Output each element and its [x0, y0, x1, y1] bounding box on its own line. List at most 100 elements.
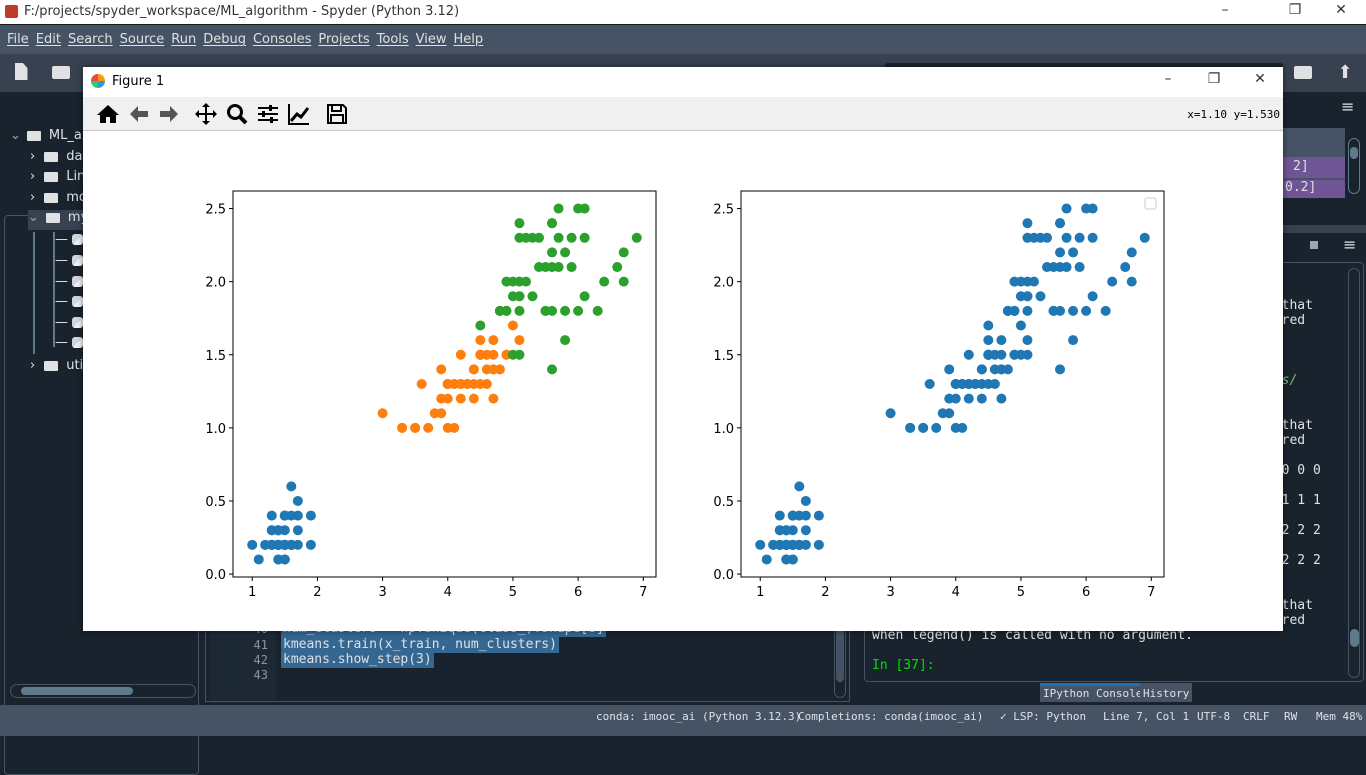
data-point [553, 203, 564, 214]
data-point [983, 349, 994, 360]
data-point [631, 232, 642, 243]
menu-edit[interactable]: Edit [36, 32, 61, 47]
code-line[interactable]: kmeans.show_step(3) [281, 652, 434, 668]
data-point [449, 422, 460, 433]
data-point [774, 510, 785, 521]
console-scrollbar[interactable] [1348, 268, 1360, 678]
figure-canvas[interactable]: 1 2 3 4 5 6 7 0.0 0.5 1.0 1.5 2.0 2.5 1 2 3 4 5 6 7 0.0 0.5 1.… [83, 131, 1283, 631]
close-button[interactable]: ✕ [1326, 2, 1356, 18]
parent-directory-icon[interactable]: ⬆ [1334, 62, 1356, 83]
console-prompt[interactable]: In [37]: [872, 658, 935, 673]
data-point [618, 247, 629, 258]
tree-item-root[interactable]: ⌄ ML_al [10, 128, 85, 148]
data-point [885, 408, 896, 419]
menu-source[interactable]: Source [120, 32, 165, 47]
folder-icon [44, 171, 59, 182]
data-point [618, 276, 629, 287]
menu-run[interactable]: Run [171, 32, 196, 47]
data-point [1028, 276, 1039, 287]
tree-item-py-file[interactable]: — [55, 253, 84, 273]
data-point [540, 305, 551, 316]
status-env[interactable]: conda: imooc_ai (Python 3.12.3) [596, 710, 801, 723]
tab-ipython-console[interactable]: IPython Console [1040, 683, 1146, 702]
tree-item-py-file[interactable]: — [55, 335, 84, 355]
y-tick-label: 0.5 [205, 495, 226, 510]
variable-row[interactable]: 0.2] [1283, 180, 1345, 198]
menu-view[interactable]: View [416, 32, 447, 47]
data-point [800, 525, 811, 536]
figure-maximize-button[interactable]: ❐ [1199, 71, 1229, 87]
tree-item-py-file[interactable]: — [55, 232, 84, 252]
options-menu-icon[interactable]: ≡ [1343, 235, 1356, 254]
tree-item-folder[interactable]: › uti [30, 358, 83, 378]
home-icon[interactable] [95, 102, 121, 126]
figure-window: Figure 1 – ❐ ✕ x=1.10 y=1.530 1 2 3 4 5 6 7 0.0… [83, 67, 1283, 631]
menu-consoles[interactable]: Consoles [253, 32, 311, 47]
figure-close-button[interactable]: ✕ [1245, 71, 1275, 87]
menu-search[interactable]: Search [68, 32, 113, 47]
tree-item-folder[interactable]: › mo [30, 190, 87, 210]
data-point [416, 379, 427, 389]
figure-minimize-button[interactable]: – [1153, 71, 1183, 87]
data-point [468, 364, 479, 375]
data-point [761, 554, 772, 565]
data-point [1015, 291, 1026, 302]
stop-icon[interactable] [1310, 241, 1318, 249]
data-point [475, 335, 486, 346]
maximize-button[interactable]: ❐ [1280, 2, 1310, 18]
x-tick-label: 5 [509, 585, 517, 600]
tree-item-folder[interactable]: › Lin [30, 169, 85, 189]
edit-axes-icon[interactable] [286, 102, 312, 126]
horizontal-scrollbar[interactable] [10, 684, 196, 698]
tree-item-py-file[interactable]: — [55, 294, 84, 314]
data-point [481, 364, 492, 375]
menu-tools[interactable]: Tools [377, 32, 409, 47]
menu-file[interactable]: File [7, 32, 29, 47]
data-point [520, 232, 531, 243]
data-point [813, 510, 824, 521]
data-point [1022, 218, 1033, 229]
chevron-right-icon: › [30, 190, 36, 205]
data-point [957, 422, 968, 433]
tree-item-folder-expanded[interactable]: ⌄ my [28, 210, 88, 230]
data-point [377, 408, 388, 419]
menu-debug[interactable]: Debug [203, 32, 246, 47]
minimize-button[interactable]: – [1210, 2, 1240, 18]
status-completions[interactable]: Completions: conda(imooc_ai) [798, 710, 983, 723]
folder-icon [44, 360, 59, 371]
pane-splitter[interactable] [1283, 225, 1366, 233]
status-lsp[interactable]: ✓ LSP: Python [1000, 710, 1086, 723]
tree-item-py-file[interactable]: — [55, 315, 84, 335]
configure-subplots-icon[interactable] [255, 102, 281, 126]
data-point [305, 510, 316, 521]
tab-history[interactable]: History [1140, 683, 1193, 702]
back-icon[interactable] [126, 102, 152, 126]
data-point [1068, 247, 1079, 258]
data-point [599, 276, 610, 287]
menu-projects[interactable]: Projects [318, 32, 369, 47]
data-point [1015, 320, 1026, 331]
tree-item-py-file[interactable]: — [55, 274, 84, 294]
browse-directory-icon[interactable] [1292, 62, 1314, 82]
options-menu-icon[interactable]: ≡ [1341, 97, 1354, 116]
data-point [501, 276, 512, 287]
data-point [468, 393, 479, 404]
pan-icon[interactable] [193, 102, 219, 126]
data-point [905, 422, 916, 433]
variable-explorer-scrollbar[interactable] [1348, 138, 1360, 194]
new-file-icon[interactable] [10, 62, 32, 82]
zoom-icon[interactable] [224, 102, 250, 126]
cursor-coordinate-readout: x=1.10 y=1.530 [1187, 108, 1280, 121]
tree-guide-line [33, 232, 35, 354]
y-tick-label: 0.5 [713, 495, 734, 510]
code-line[interactable]: kmeans.train(x_train, num_clusters) [281, 637, 559, 653]
tree-item-folder[interactable]: › da [30, 149, 82, 169]
line-number: 43 [253, 668, 268, 682]
save-icon[interactable] [324, 102, 350, 126]
open-file-icon[interactable] [50, 62, 72, 82]
forward-icon[interactable] [156, 102, 182, 126]
data-point [1107, 276, 1118, 287]
menu-help[interactable]: Help [454, 32, 484, 47]
variable-row[interactable]: 2] [1283, 157, 1345, 178]
figure-titlebar: Figure 1 – ❐ ✕ [83, 67, 1283, 97]
